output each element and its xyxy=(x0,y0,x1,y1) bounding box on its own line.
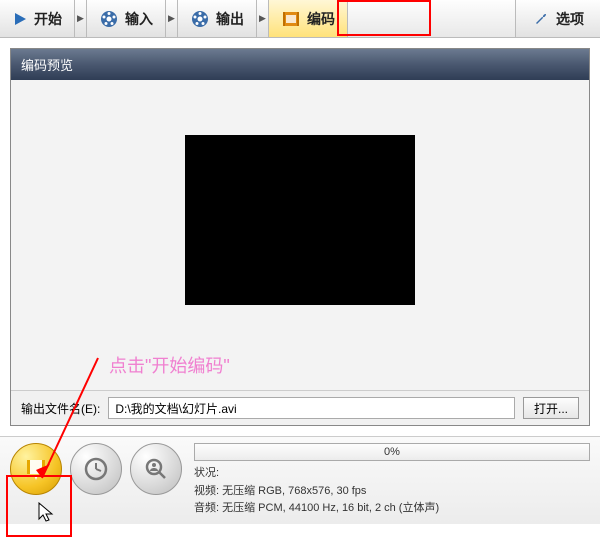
video-value: 无压缩 RGB, 768x576, 30 fps xyxy=(222,485,366,497)
video-label: 视频: xyxy=(194,485,219,497)
search-person-icon xyxy=(143,456,169,482)
annotation-text: 点击"开始编码" xyxy=(109,352,230,378)
toolbar-sep: ▶ xyxy=(257,0,269,37)
clock-icon xyxy=(83,456,109,482)
toolbar-sep: ▶ xyxy=(75,0,87,37)
reel-out-icon xyxy=(190,9,210,29)
input-tab[interactable]: 输入 xyxy=(87,0,166,37)
start-tab[interactable]: 开始 xyxy=(0,0,75,37)
input-tab-label: 输入 xyxy=(125,9,153,29)
wrench-icon xyxy=(532,10,550,28)
preview-search-button[interactable] xyxy=(130,443,182,495)
output-filename-input[interactable] xyxy=(108,397,515,419)
open-button[interactable]: 打开... xyxy=(523,397,579,419)
options-button[interactable]: 选项 xyxy=(515,0,600,37)
start-encode-button[interactable] xyxy=(10,443,62,495)
progress-bar: 0% xyxy=(194,443,590,461)
options-button-label: 选项 xyxy=(556,9,584,29)
preview-video-frame xyxy=(185,135,415,305)
encode-tab-label: 编码 xyxy=(307,9,335,29)
output-tab[interactable]: 输出 xyxy=(178,0,257,37)
status-panel: 0% 状况: 视频: 无压缩 RGB, 768x576, 30 fps 音频: … xyxy=(194,443,590,518)
preview-area: 点击"开始编码" xyxy=(11,80,589,390)
output-tab-label: 输出 xyxy=(216,9,244,29)
audio-label: 音频: xyxy=(194,502,219,514)
bottom-controls: 0% 状况: 视频: 无压缩 RGB, 768x576, 30 fps 音频: … xyxy=(0,436,600,524)
clock-button[interactable] xyxy=(70,443,122,495)
output-filename-label: 输出文件名(E): xyxy=(21,400,100,417)
film-start-icon xyxy=(22,455,50,483)
start-tab-label: 开始 xyxy=(34,9,62,29)
film-icon xyxy=(281,9,301,29)
play-icon xyxy=(12,11,28,27)
reel-in-icon xyxy=(99,9,119,29)
output-filename-row: 输出文件名(E): 打开... xyxy=(11,390,589,425)
progress-text: 0% xyxy=(384,446,400,458)
main-toolbar: 开始 ▶ 输入 ▶ 输出 ▶ 编码 选项 xyxy=(0,0,600,38)
preview-panel-title: 编码预览 xyxy=(11,49,589,80)
preview-panel: 编码预览 点击"开始编码" 输出文件名(E): 打开... xyxy=(10,48,590,426)
encode-tab[interactable]: 编码 xyxy=(269,0,348,37)
status-label: 状况: xyxy=(194,467,219,479)
audio-value: 无压缩 PCM, 44100 Hz, 16 bit, 2 ch (立体声) xyxy=(222,502,439,514)
toolbar-sep: ▶ xyxy=(166,0,178,37)
